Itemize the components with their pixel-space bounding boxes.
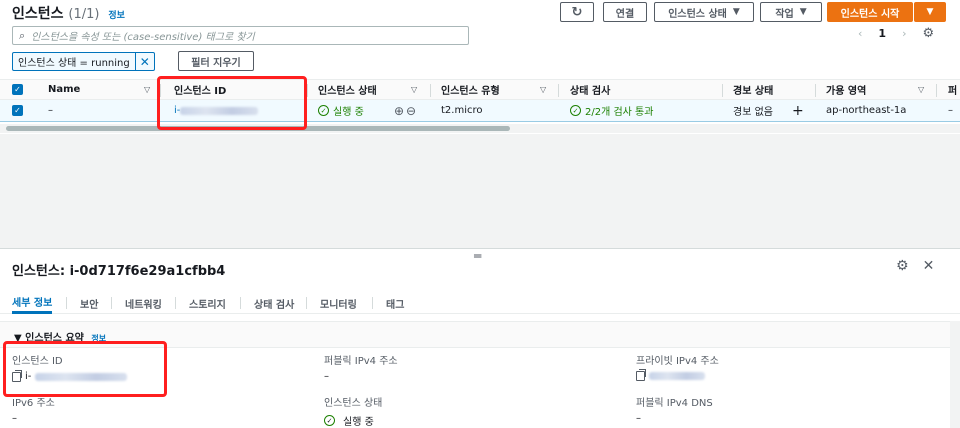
- tab-networking[interactable]: 네트워킹: [125, 292, 162, 314]
- caret-down-icon: ▼: [799, 7, 807, 17]
- redacted-value: [649, 372, 705, 380]
- column-status-check[interactable]: 상태 검사: [570, 80, 610, 99]
- page-title: 인스턴스 (1/1) 정보: [12, 6, 125, 22]
- sort-icon[interactable]: ▽: [144, 80, 150, 99]
- refresh-button[interactable]: ↻: [560, 2, 594, 22]
- field-private-ipv4: 프라이빗 IPv4 주소: [636, 352, 719, 381]
- filter-token: 인스턴스 상태 = running ✕: [12, 52, 155, 71]
- tab-status-checks[interactable]: 상태 검사: [254, 292, 294, 314]
- gear-icon[interactable]: ⚙: [896, 258, 909, 274]
- table-header: ✓ Name ▽ 인스턴스 ID 인스턴스 상태 ▽ 인스턴스 유형 ▽ 상태 …: [0, 79, 960, 100]
- connect-button[interactable]: 연결: [603, 2, 647, 22]
- redacted-value: [35, 372, 128, 381]
- row-instance-id-link[interactable]: i-: [174, 100, 259, 121]
- pagination: ‹ 1 › ⚙: [858, 26, 934, 41]
- row-status-check: ✓ 2/2개 검사 통과: [570, 100, 653, 121]
- close-icon[interactable]: ✕: [923, 258, 935, 274]
- redacted-value: [180, 106, 259, 115]
- launch-instance-button[interactable]: 인스턴스 시작: [827, 2, 913, 22]
- table-row[interactable]: ✓ – i- ✓ 실행 중 ⊕ ⊖ t2.micro ✓ 2/2개 검사 통과 …: [0, 100, 960, 122]
- filter-token-label: 인스턴스 상태 = running: [18, 58, 130, 69]
- check-circle-icon: ✓: [324, 415, 335, 426]
- field-public-dns: 퍼블릭 IPv4 DNS –: [636, 398, 713, 424]
- caret-down-icon: ▼: [732, 7, 740, 17]
- column-alarm-status[interactable]: 경보 상태: [733, 80, 773, 99]
- gear-icon[interactable]: ⚙: [922, 26, 934, 41]
- copy-icon[interactable]: [636, 369, 646, 381]
- check-circle-icon: ✓: [570, 105, 581, 116]
- page-number[interactable]: 1: [878, 27, 886, 40]
- actions-button[interactable]: 작업 ▼: [760, 2, 822, 22]
- tab-monitoring[interactable]: 모니터링: [320, 292, 357, 314]
- column-instance-type[interactable]: 인스턴스 유형: [441, 80, 500, 99]
- column-instance-id[interactable]: 인스턴스 ID: [174, 80, 226, 99]
- search-icon: ⌕: [19, 28, 26, 42]
- check-circle-icon: ✓: [318, 105, 329, 116]
- column-public[interactable]: 퍼: [948, 80, 957, 99]
- tab-storage[interactable]: 스토리지: [189, 292, 226, 314]
- sort-icon[interactable]: ▽: [411, 80, 417, 99]
- sort-icon[interactable]: ▽: [918, 80, 924, 99]
- column-name[interactable]: Name: [48, 80, 80, 99]
- clear-filters-button[interactable]: 필터 지우기: [178, 51, 254, 71]
- instance-count: (1/1): [68, 7, 100, 22]
- search-input[interactable]: ⌕ 인스턴스을 속성 또는 (case-sensitive) 태그로 찾기: [12, 26, 469, 45]
- field-instance-state: 인스턴스 상태 ✓ 실행 중: [324, 398, 383, 428]
- resize-handle-icon[interactable]: ═: [474, 249, 481, 263]
- detail-tabs: 세부 정보 보안 네트워킹 스토리지 상태 검사 모니터링 태그: [0, 292, 960, 314]
- tab-security[interactable]: 보안: [80, 292, 98, 314]
- sort-icon[interactable]: ▽: [540, 80, 546, 99]
- zoom-out-icon[interactable]: ⊖: [406, 100, 416, 121]
- caret-down-icon: ▼: [926, 7, 934, 17]
- column-availability-zone[interactable]: 가용 영역: [826, 80, 866, 99]
- next-page-icon[interactable]: ›: [902, 27, 906, 40]
- add-alarm-button[interactable]: +: [792, 100, 804, 121]
- instance-summary-header[interactable]: ▼ 인스턴스 요약 정보: [0, 321, 950, 348]
- row-availability-zone: ap-northeast-1a: [826, 105, 907, 116]
- refresh-icon: ↻: [571, 4, 583, 20]
- field-ipv6: IPv6 주소 –: [12, 398, 55, 424]
- zoom-in-icon[interactable]: ⊕: [394, 100, 404, 121]
- page-header: 인스턴스 (1/1) 정보 ↻ 연결 인스턴스 상태 ▼ 작업 ▼ 인스턴스 시…: [0, 0, 960, 24]
- prev-page-icon[interactable]: ‹: [858, 27, 862, 40]
- instance-state-button[interactable]: 인스턴스 상태 ▼: [654, 2, 754, 22]
- select-all-checkbox[interactable]: ✓: [12, 80, 23, 99]
- copy-icon[interactable]: [12, 369, 22, 382]
- detail-panel-title: 인스턴스: i-0d717f6e29a1cfbb4: [12, 264, 226, 279]
- launch-dropdown-button[interactable]: ▼: [914, 2, 946, 22]
- row-alarm-status: 경보 없음: [733, 107, 773, 118]
- vertical-scrollbar[interactable]: [950, 321, 960, 428]
- tab-tags[interactable]: 태그: [386, 292, 404, 314]
- horizontal-scrollbar[interactable]: [0, 124, 960, 133]
- row-checkbox[interactable]: ✓: [12, 100, 23, 121]
- tab-details[interactable]: 세부 정보: [12, 292, 53, 314]
- info-link[interactable]: 정보: [91, 334, 106, 343]
- column-instance-state[interactable]: 인스턴스 상태: [318, 80, 377, 99]
- row-public: –: [948, 105, 953, 116]
- row-instance-state: ✓ 실행 중: [318, 100, 364, 121]
- field-instance-id: 인스턴스 ID i-: [12, 352, 128, 382]
- close-icon[interactable]: ✕: [134, 53, 154, 70]
- row-name: –: [48, 105, 53, 116]
- field-public-ipv4: 퍼블릭 IPv4 주소 –: [324, 356, 398, 382]
- row-instance-type: t2.micro: [441, 105, 483, 116]
- info-link[interactable]: 정보: [108, 11, 125, 21]
